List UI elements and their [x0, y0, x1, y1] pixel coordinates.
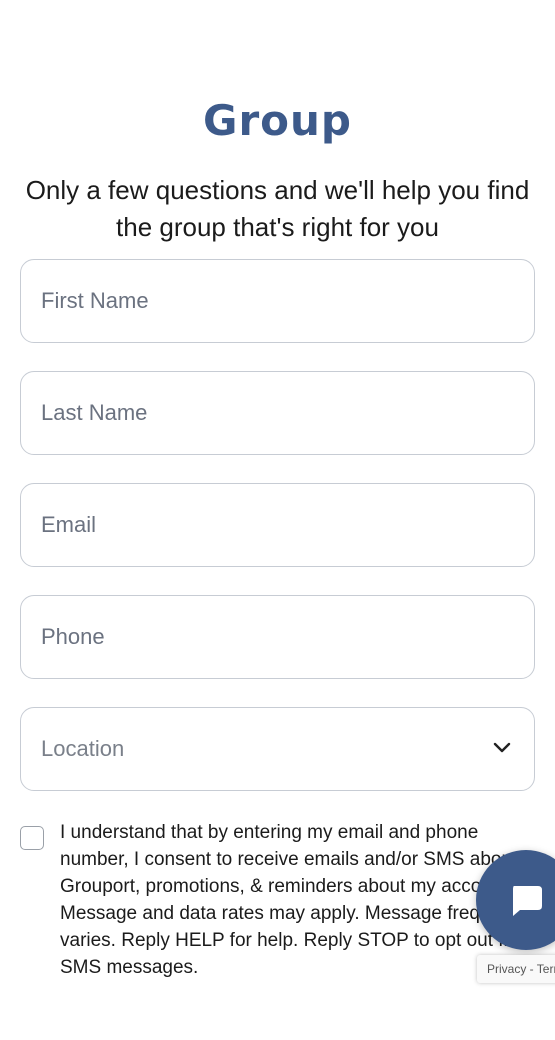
recaptcha-label[interactable]: Privacy - Terms [487, 962, 555, 976]
page-subtitle: Only a few questions and we'll help you … [25, 175, 530, 242]
phone-field[interactable] [20, 595, 535, 679]
chat-bubble-icon [513, 886, 542, 916]
location-select[interactable]: Location [20, 707, 535, 791]
chevron-down-icon [493, 742, 511, 753]
recaptcha-badge[interactable]: Privacy - Terms [477, 955, 555, 983]
first-name-field[interactable] [20, 259, 535, 343]
page-title: Group [202, 96, 352, 145]
last-name-field[interactable] [20, 371, 535, 455]
consent-text: I understand that by entering my email a… [60, 822, 537, 978]
consent-checkbox[interactable] [20, 826, 44, 850]
email-field[interactable] [20, 483, 535, 567]
location-select-value: Location [41, 736, 125, 761]
